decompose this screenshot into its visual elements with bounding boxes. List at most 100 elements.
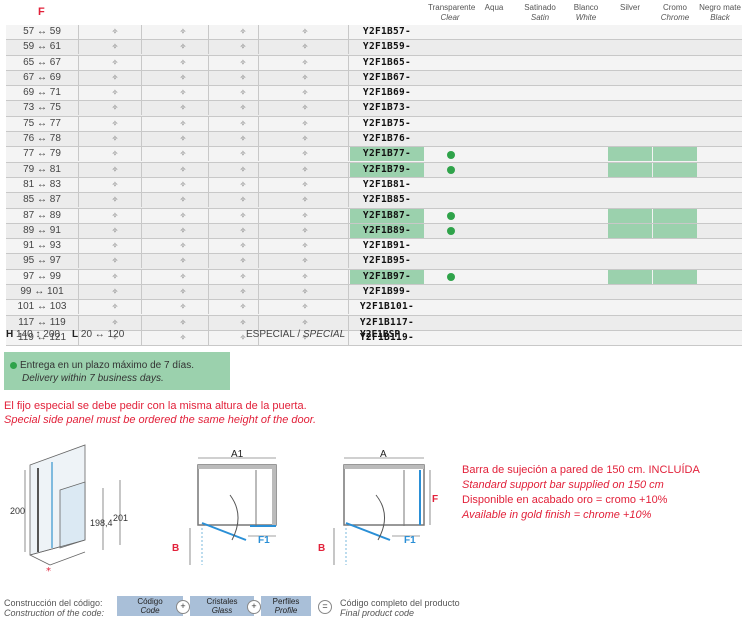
column-divider	[208, 25, 209, 39]
table-row: 77 ↔ 79 ✧ ✧ ✧ ✧ Y2F1B77-	[6, 147, 742, 163]
column-divider	[141, 269, 142, 284]
product-code: Y2F1B73-	[362, 102, 412, 114]
size-range: 59 ↔ 61	[23, 41, 61, 53]
column-divider	[78, 25, 79, 39]
diamond-icon: ✧	[301, 27, 309, 36]
dim-f: F	[432, 494, 439, 505]
table-row: 101 ↔ 103 ✧ ✧ ✧ ✧ Y2F1B101-	[6, 300, 742, 316]
column-divider	[258, 285, 259, 300]
column-divider	[258, 25, 259, 39]
table-row: 69 ↔ 71 ✧ ✧ ✧ ✧ Y2F1B69-	[6, 86, 742, 102]
size-range: 97 ↔ 99	[23, 270, 61, 282]
column-divider	[208, 285, 209, 300]
availability-band	[653, 162, 697, 177]
column-divider	[78, 269, 79, 284]
bar-info: Barra de sujeción a pared de 150 cm. INC…	[462, 464, 700, 521]
column-divider	[208, 269, 209, 284]
diamond-icon: ✧	[179, 57, 187, 67]
diamond-icon: ✧	[179, 149, 187, 159]
column-divider	[78, 70, 79, 85]
diamond-icon: ✧	[301, 317, 309, 327]
column-divider	[258, 162, 259, 177]
column-divider	[208, 40, 209, 55]
diamond-icon: ✧	[111, 317, 119, 327]
column-divider	[348, 285, 349, 300]
diamond-icon: ✧	[111, 72, 119, 82]
column-divider	[348, 116, 349, 131]
product-code: Y2F1B97-	[350, 269, 424, 284]
diamond-icon: ✧	[179, 134, 187, 144]
column-header: Satinado Satin	[524, 3, 556, 22]
diamond-icon: ✧	[239, 42, 247, 52]
product-code: Y2F1B57-	[362, 26, 412, 37]
diamond-icon: ✧	[111, 103, 119, 113]
availability-band	[653, 147, 697, 162]
size-range: 101 ↔ 103	[17, 301, 67, 313]
plan-diagram-a	[333, 457, 431, 565]
diamond-icon: ✧	[239, 241, 247, 251]
size-range: 99 ↔ 101	[20, 286, 64, 298]
diamond-icon: ✧	[239, 57, 247, 67]
diamond-icon: ✧	[111, 287, 119, 297]
column-divider	[208, 86, 209, 101]
diamond-icon: ✧	[111, 164, 119, 174]
column-divider	[208, 254, 209, 269]
diamond-icon: ✧	[301, 271, 309, 281]
column-divider	[78, 132, 79, 147]
diamond-icon: ✧	[239, 103, 247, 113]
column-divider	[348, 147, 349, 162]
diamond-icon: ✧	[179, 195, 187, 205]
table-row: 81 ↔ 83 ✧ ✧ ✧ ✧ Y2F1B81-	[6, 177, 742, 194]
availability-band	[608, 223, 652, 238]
dim-a1: A1	[231, 449, 244, 460]
diamond-icon: ✧	[179, 287, 187, 297]
column-header: Negro mate Black	[699, 3, 741, 22]
diamond-icon: ✧	[301, 179, 309, 189]
size-range: 57 ↔ 59	[23, 26, 61, 37]
availability-band	[653, 269, 697, 284]
column-divider	[78, 55, 79, 70]
table-row: 85 ↔ 87 ✧ ✧ ✧ ✧ Y2F1B85-	[6, 193, 742, 209]
column-divider	[348, 193, 349, 208]
column-divider	[258, 147, 259, 162]
diamond-icon: ✧	[111, 134, 119, 144]
availability-band	[608, 147, 652, 162]
column-divider	[141, 300, 142, 315]
column-divider	[78, 315, 79, 330]
size-range: 76 ↔ 78	[23, 133, 61, 145]
column-divider	[348, 162, 349, 177]
diamond-icon: ✧	[301, 57, 309, 67]
column-divider	[258, 300, 259, 315]
table-row: 65 ↔ 67 ✧ ✧ ✧ ✧ Y2F1B65-	[6, 55, 742, 71]
column-header: Transparente Clear	[428, 3, 476, 22]
column-divider	[258, 70, 259, 85]
column-divider	[141, 147, 142, 162]
column-divider	[78, 254, 79, 269]
product-code: Y2F1B79-	[350, 162, 424, 177]
column-header: Cromo Chrome	[660, 3, 690, 22]
product-code: Y2F1B75-	[362, 117, 412, 129]
column-divider	[208, 223, 209, 238]
diamond-icon: ✧	[179, 42, 187, 52]
diamond-icon: ✧	[239, 287, 247, 297]
table-row: 89 ↔ 91 ✧ ✧ ✧ ✧ Y2F1B89-	[6, 223, 742, 240]
diamond-icon: ✧	[179, 72, 187, 82]
delivery-note-es: Entrega en un plazo máximo de 7 días.	[20, 360, 194, 371]
column-divider	[78, 116, 79, 131]
diamond-icon: ✧	[239, 149, 247, 159]
diamond-icon: ✧	[301, 72, 309, 82]
product-code: Y2F1B91-	[362, 240, 412, 252]
column-divider	[258, 315, 259, 330]
column-divider	[141, 330, 142, 345]
product-code: Y2F1B77-	[350, 147, 424, 162]
plan-diagram-a1	[189, 457, 277, 565]
column-divider	[348, 101, 349, 116]
diamond-icon: ✧	[239, 317, 247, 327]
diamond-icon: ✧	[301, 195, 309, 205]
diamond-icon: ✧	[301, 225, 309, 235]
column-divider	[141, 177, 142, 192]
diamond-icon: ✧	[239, 271, 247, 281]
column-divider	[208, 132, 209, 147]
dim-b-2: B	[318, 543, 326, 554]
size-range: 87 ↔ 89	[23, 209, 61, 221]
